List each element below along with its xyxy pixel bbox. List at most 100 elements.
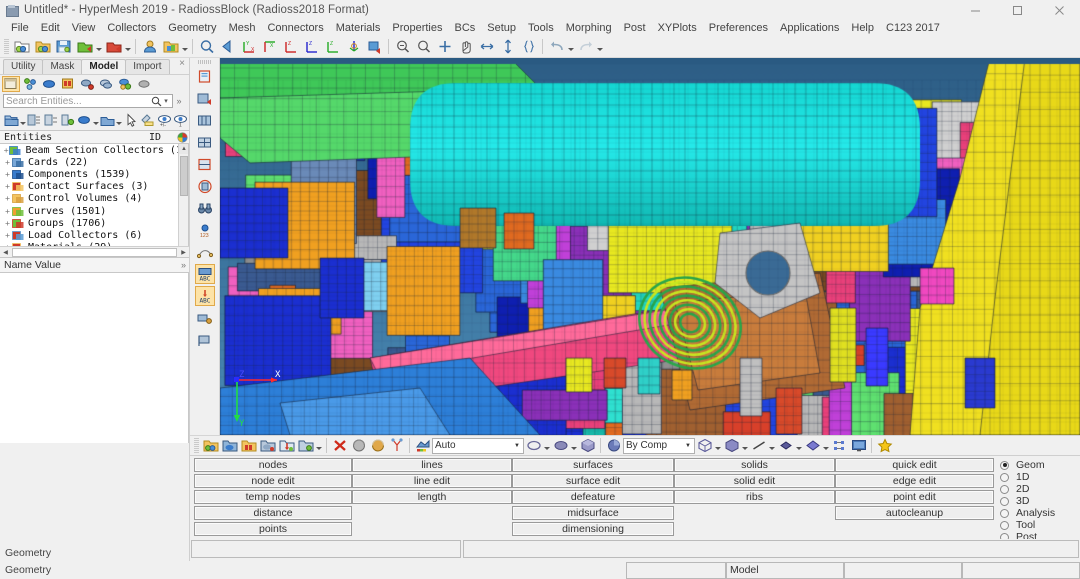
- eye-single-icon[interactable]: 1: [173, 112, 190, 129]
- visualization-icon[interactable]: [413, 436, 432, 455]
- minimize-button[interactable]: [954, 0, 996, 20]
- solid-shade-dropdown[interactable]: [570, 436, 578, 455]
- material-color-icon[interactable]: [258, 436, 277, 455]
- zx-view-icon[interactable]: Z: [281, 37, 300, 56]
- tree-item[interactable]: + Materials (29): [0, 242, 188, 246]
- fit-icon[interactable]: [435, 37, 454, 56]
- tree-item[interactable]: + Components (1539): [0, 168, 188, 180]
- menu-file[interactable]: File: [5, 20, 35, 36]
- zy-view-icon[interactable]: Z: [302, 37, 321, 56]
- xy-view-icon[interactable]: YX: [239, 37, 258, 56]
- undo-dropdown[interactable]: [567, 37, 575, 56]
- toolbar-grip[interactable]: [4, 39, 9, 54]
- menu-xyplots[interactable]: XYPlots: [652, 20, 703, 36]
- user-profile-icon[interactable]: [140, 37, 159, 56]
- tree-expander[interactable]: +: [3, 194, 12, 203]
- mode-radio-geom[interactable]: Geom: [1000, 459, 1080, 471]
- shaded-cube2-icon[interactable]: [722, 436, 741, 455]
- assembly-icon[interactable]: [21, 76, 39, 92]
- command-points[interactable]: points: [194, 522, 352, 536]
- zoom-in-icon[interactable]: [393, 37, 412, 56]
- menu-collectors[interactable]: Collectors: [101, 20, 162, 36]
- import-solver-deck-icon[interactable]: [33, 37, 52, 56]
- close-button[interactable]: [1038, 0, 1080, 20]
- tree-expander[interactable]: +: [3, 207, 12, 216]
- node-cluster-icon[interactable]: [830, 436, 849, 455]
- command-nodes[interactable]: nodes: [194, 458, 352, 472]
- menu-help[interactable]: Help: [845, 20, 880, 36]
- open-model-icon[interactable]: [12, 37, 31, 56]
- arrow-ud-icon[interactable]: [498, 37, 517, 56]
- command-length[interactable]: length: [352, 490, 512, 504]
- mesh-cube-icon[interactable]: [695, 436, 714, 455]
- tab-utility[interactable]: Utility: [3, 59, 44, 74]
- display-mode-caret[interactable]: ▼: [511, 443, 523, 449]
- radio-dot[interactable]: [1000, 520, 1009, 530]
- scroll-up-arrow[interactable]: ▲: [179, 144, 188, 154]
- isolate-icon[interactable]: [99, 112, 116, 129]
- menu-applications[interactable]: Applications: [774, 20, 845, 36]
- display-mode-combo[interactable]: Auto ▼: [432, 437, 524, 454]
- collapse-tree-icon[interactable]: [43, 112, 60, 129]
- menu-setup[interactable]: Setup: [481, 20, 522, 36]
- highlight-icon[interactable]: [139, 112, 156, 129]
- element-norm-dropdown[interactable]: [795, 436, 803, 455]
- pick-arrow-icon[interactable]: [123, 112, 140, 129]
- expand-tree-icon[interactable]: [60, 112, 77, 129]
- command-midsurface[interactable]: midsurface: [512, 506, 674, 520]
- zoom-fit-icon[interactable]: [197, 37, 216, 56]
- name-value-pin-icon[interactable]: »: [181, 260, 189, 270]
- assign-color-icon[interactable]: [296, 436, 315, 455]
- status-cell-2[interactable]: [844, 561, 962, 579]
- save-model-icon[interactable]: [54, 37, 73, 56]
- number-123-icon[interactable]: 123: [195, 220, 215, 240]
- gtoolbar-grip[interactable]: [194, 438, 199, 453]
- collector-icon[interactable]: [116, 76, 134, 92]
- pan-hand-icon[interactable]: [456, 37, 475, 56]
- display-icon[interactable]: [76, 112, 93, 129]
- isolate-dropdown[interactable]: [116, 112, 123, 129]
- scroll-left-arrow[interactable]: ◀: [0, 247, 11, 258]
- vtoolbar-grip[interactable]: [197, 60, 212, 64]
- wire-shade-dropdown[interactable]: [543, 436, 551, 455]
- element-norm-icon[interactable]: [776, 436, 795, 455]
- tree-expander[interactable]: +: [3, 219, 12, 228]
- bycomp-combo[interactable]: By Comp ▼: [623, 437, 695, 454]
- command-dimensioning[interactable]: dimensioning: [512, 522, 674, 536]
- mask-icon[interactable]: [195, 88, 215, 108]
- menu-geometry[interactable]: Geometry: [162, 20, 222, 36]
- tree-expander[interactable]: +: [3, 158, 12, 167]
- rotate-view-icon[interactable]: [365, 37, 384, 56]
- command-solids[interactable]: solids: [674, 458, 835, 472]
- component-table-icon[interactable]: [161, 37, 180, 56]
- redo-icon[interactable]: [576, 37, 595, 56]
- binoculars-icon[interactable]: [195, 198, 215, 218]
- tree-item[interactable]: + Load Collectors (6): [0, 229, 188, 241]
- command-surface-edit[interactable]: surface edit: [512, 474, 674, 488]
- panel-grid-icon[interactable]: [195, 132, 215, 152]
- display-dropdown[interactable]: [93, 112, 100, 129]
- scroll-right-arrow[interactable]: ▶: [178, 247, 189, 258]
- material-icon[interactable]: [78, 76, 96, 92]
- undo-view-icon[interactable]: [218, 37, 237, 56]
- menu-morphing[interactable]: Morphing: [560, 20, 618, 36]
- maximize-button[interactable]: [996, 0, 1038, 20]
- zy2-view-icon[interactable]: Z: [323, 37, 342, 56]
- circle-red-icon[interactable]: [195, 176, 215, 196]
- measure-icon[interactable]: [195, 308, 215, 328]
- yx-view-icon[interactable]: X: [260, 37, 279, 56]
- tree-horizontal-scrollbar[interactable]: ◀ ▶: [0, 246, 189, 257]
- command-edge-edit[interactable]: edge edit: [835, 474, 994, 488]
- line-style-icon[interactable]: [749, 436, 768, 455]
- export-green-dropdown[interactable]: [95, 37, 103, 56]
- tab-mask[interactable]: Mask: [42, 59, 83, 74]
- delete-red-icon[interactable]: [330, 436, 349, 455]
- tree-item[interactable]: + Curves (1501): [0, 205, 188, 217]
- solver-icon[interactable]: [135, 76, 153, 92]
- command-lines[interactable]: lines: [352, 458, 512, 472]
- scroll-thumb[interactable]: [180, 156, 188, 196]
- command-autocleanup[interactable]: autocleanup: [835, 506, 994, 520]
- menu-view[interactable]: View: [66, 20, 102, 36]
- tab-model[interactable]: Model: [81, 59, 127, 74]
- command-point-edit[interactable]: point edit: [835, 490, 994, 504]
